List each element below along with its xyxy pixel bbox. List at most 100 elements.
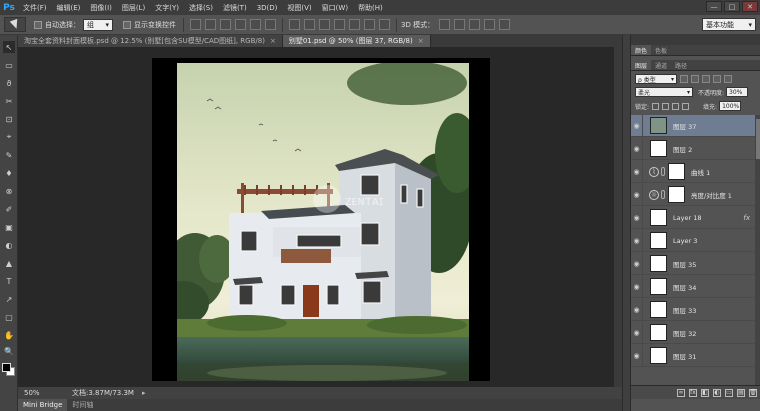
tab-timeline[interactable]: 时间轴 (67, 399, 98, 411)
eraser-tool-icon[interactable]: ▣ (3, 221, 15, 233)
layer-row[interactable]: ◉ 图层 34 (631, 275, 755, 298)
visibility-eye-icon[interactable]: ◉ (631, 183, 643, 206)
menu-window[interactable]: 窗口(W) (317, 3, 353, 13)
3d-scale-icon[interactable] (499, 19, 511, 30)
menu-filter[interactable]: 滤镜(T) (218, 3, 252, 13)
layer-row[interactable]: ◉ ☼ 亮度/对比度 1 (631, 183, 755, 206)
foreground-color-swatch[interactable] (2, 363, 11, 372)
tab-swatches[interactable]: 色板 (651, 45, 671, 55)
auto-select-dropdown[interactable]: 组 ▾ (83, 18, 113, 31)
smart-object-filter-icon[interactable] (724, 75, 732, 83)
workspace-switcher[interactable]: 基本功能 ▾ (702, 18, 756, 31)
history-brush-tool-icon[interactable]: ✐ (3, 203, 15, 215)
tab-paths[interactable]: 路径 (671, 60, 691, 70)
layer-row[interactable]: ◉ 图层 32 (631, 321, 755, 344)
lock-position-icon[interactable] (672, 102, 680, 110)
visibility-eye-icon[interactable]: ◉ (631, 275, 643, 298)
tab-cover-template[interactable]: 淘宝全套资料封面模板.psd @ 12.5% (别墅[包含SU模型/CAD图纸]… (18, 35, 283, 47)
visibility-eye-icon[interactable]: ◉ (631, 344, 643, 367)
zoom-tool-icon[interactable]: 🔍 (3, 345, 15, 357)
close-icon[interactable]: × (418, 37, 424, 45)
minimize-button[interactable]: — (706, 1, 722, 12)
align-hcenter-icon[interactable] (250, 19, 261, 30)
visibility-eye-icon[interactable]: ◉ (631, 298, 643, 321)
new-group-icon[interactable]: ▭ (725, 388, 733, 397)
quick-select-tool-icon[interactable]: ✂ (3, 95, 15, 107)
layer-kind-filter[interactable]: ρ 类型 ▾ (635, 74, 677, 84)
layer-row[interactable]: ◉ ⌇ 曲线 1 (631, 160, 755, 183)
menu-image[interactable]: 图像(I) (85, 3, 117, 13)
align-left-icon[interactable] (235, 19, 246, 30)
canvas-area[interactable]: ᴢᴇɴᴛᴀɪ (18, 47, 622, 387)
distribute-left-icon[interactable] (334, 19, 345, 30)
maximize-button[interactable]: □ (724, 1, 740, 12)
lasso-tool-icon[interactable]: ϑ (3, 77, 15, 89)
menu-layer[interactable]: 图层(L) (117, 3, 150, 13)
add-layer-style-icon[interactable]: fx (689, 388, 697, 397)
path-select-tool-icon[interactable]: ↗ (3, 293, 15, 305)
new-layer-icon[interactable]: ▤ (737, 388, 745, 397)
visibility-eye-icon[interactable]: ◉ (631, 321, 643, 344)
align-top-icon[interactable] (190, 19, 201, 30)
menu-select[interactable]: 选择(S) (184, 3, 218, 13)
menu-3d[interactable]: 3D(D) (252, 4, 283, 12)
distribute-hcenter-icon[interactable] (349, 19, 360, 30)
status-menu-arrow-icon[interactable]: ▸ (142, 389, 146, 397)
auto-align-icon[interactable] (379, 19, 390, 30)
lock-all-icon[interactable] (682, 102, 690, 110)
menu-file[interactable]: 文件(F) (18, 3, 52, 13)
zoom-level[interactable]: 50% (24, 389, 52, 397)
lock-transparency-icon[interactable] (652, 102, 660, 110)
link-layers-icon[interactable]: ∞ (677, 388, 685, 397)
add-mask-icon[interactable]: ◧ (701, 388, 709, 397)
3d-roll-icon[interactable] (454, 19, 466, 30)
align-right-icon[interactable] (265, 19, 276, 30)
opacity-input[interactable]: 30% (726, 87, 749, 97)
layer-effects-icon[interactable]: fx (743, 214, 750, 222)
shape-tool-icon[interactable]: ▢ (3, 311, 15, 323)
brush-tool-icon[interactable]: ♦ (3, 167, 15, 179)
menu-help[interactable]: 帮助(H) (353, 3, 388, 13)
layers-scrollbar[interactable] (755, 115, 760, 385)
dodge-tool-icon[interactable]: ▲ (3, 257, 15, 269)
visibility-eye-icon[interactable]: ◉ (631, 160, 643, 183)
layer-row[interactable]: ◉ 图层 2 (631, 137, 755, 160)
show-transform-checkbox[interactable] (123, 20, 131, 29)
trash-icon[interactable]: 🗑 (749, 388, 757, 397)
canvas-vertical-scrollbar[interactable] (614, 47, 622, 387)
eyedropper-tool-icon[interactable]: ⌖ (3, 131, 15, 143)
distribute-bottom-icon[interactable] (319, 19, 330, 30)
menu-view[interactable]: 视图(V) (282, 3, 316, 13)
adjustment-filter-icon[interactable] (691, 75, 699, 83)
shape-filter-icon[interactable] (713, 75, 721, 83)
healing-brush-tool-icon[interactable]: ✎ (3, 149, 15, 161)
gradient-tool-icon[interactable]: ◐ (3, 239, 15, 251)
tab-color[interactable]: 颜色 (631, 45, 652, 55)
3d-rotate-icon[interactable] (439, 19, 451, 30)
type-tool-icon[interactable]: T (3, 275, 15, 287)
move-tool-icon[interactable]: ↖ (3, 41, 15, 53)
3d-slide-icon[interactable] (484, 19, 496, 30)
layer-row[interactable]: ◉ Layer 18 fx (631, 206, 755, 229)
move-tool-preset-icon[interactable] (4, 17, 26, 32)
tab-layers[interactable]: 图层 (631, 60, 652, 70)
3d-pan-icon[interactable] (469, 19, 481, 30)
blend-mode-dropdown[interactable]: 柔光 ▾ (635, 87, 693, 97)
close-button[interactable]: ✕ (742, 1, 758, 12)
marquee-tool-icon[interactable]: ▭ (3, 59, 15, 71)
auto-select-checkbox[interactable] (34, 20, 42, 29)
align-bottom-icon[interactable] (220, 19, 231, 30)
close-icon[interactable]: × (270, 37, 276, 45)
new-adjustment-layer-icon[interactable]: ◐ (713, 388, 721, 397)
layer-row[interactable]: ◉ 图层 31 (631, 344, 755, 367)
fill-input[interactable]: 100% (719, 101, 742, 111)
visibility-eye-icon[interactable]: ◉ (631, 206, 643, 229)
tab-villa[interactable]: 别墅01.psd @ 50% (图层 37, RGB/8) × (282, 35, 431, 47)
layer-row[interactable]: ◉ 图层 37 (631, 115, 755, 137)
layer-row[interactable]: ◉ 图层 35 (631, 252, 755, 275)
distribute-right-icon[interactable] (364, 19, 375, 30)
collapsed-panel-dock[interactable] (622, 35, 630, 411)
visibility-eye-icon[interactable]: ◉ (631, 229, 643, 252)
visibility-eye-icon[interactable]: ◉ (631, 252, 643, 275)
pixel-filter-icon[interactable] (680, 75, 688, 83)
